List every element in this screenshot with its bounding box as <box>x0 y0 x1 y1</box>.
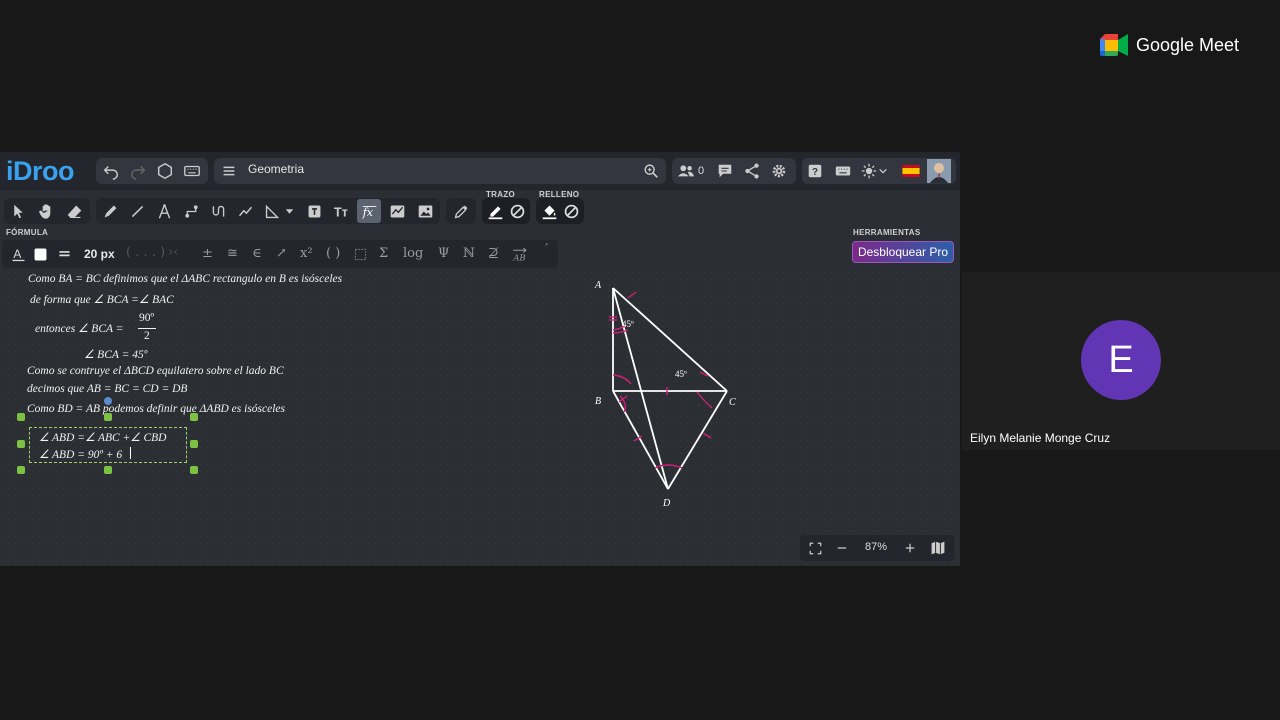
participant-avatar: E <box>1081 320 1161 400</box>
zoom-out-icon[interactable] <box>829 535 855 561</box>
google-meet-title: Google Meet <box>1136 34 1240 55</box>
meet-camera-icon <box>1100 34 1128 56</box>
vertex-C: C <box>729 397 736 408</box>
vertex-B: B <box>595 396 601 407</box>
zoom-in-icon[interactable] <box>897 535 923 561</box>
segment-BD <box>612 390 669 490</box>
google-meet-logo: Google Meet <box>1100 34 1239 56</box>
fullscreen-icon[interactable] <box>802 535 828 561</box>
participant-name: Eilyn Melanie Monge Cruz <box>970 431 1111 445</box>
minimap-icon[interactable] <box>925 535 951 561</box>
angle-label-C: 45º <box>675 369 687 379</box>
vertex-A: A <box>594 280 602 291</box>
segment-AC <box>612 287 728 392</box>
geometry-figure[interactable]: A B C D 45º 45º <box>0 0 960 720</box>
vertex-D: D <box>662 498 671 509</box>
zoom-level: 87% <box>865 541 888 553</box>
segment-CD <box>667 390 728 490</box>
angle-label-A: 45º <box>622 319 634 329</box>
